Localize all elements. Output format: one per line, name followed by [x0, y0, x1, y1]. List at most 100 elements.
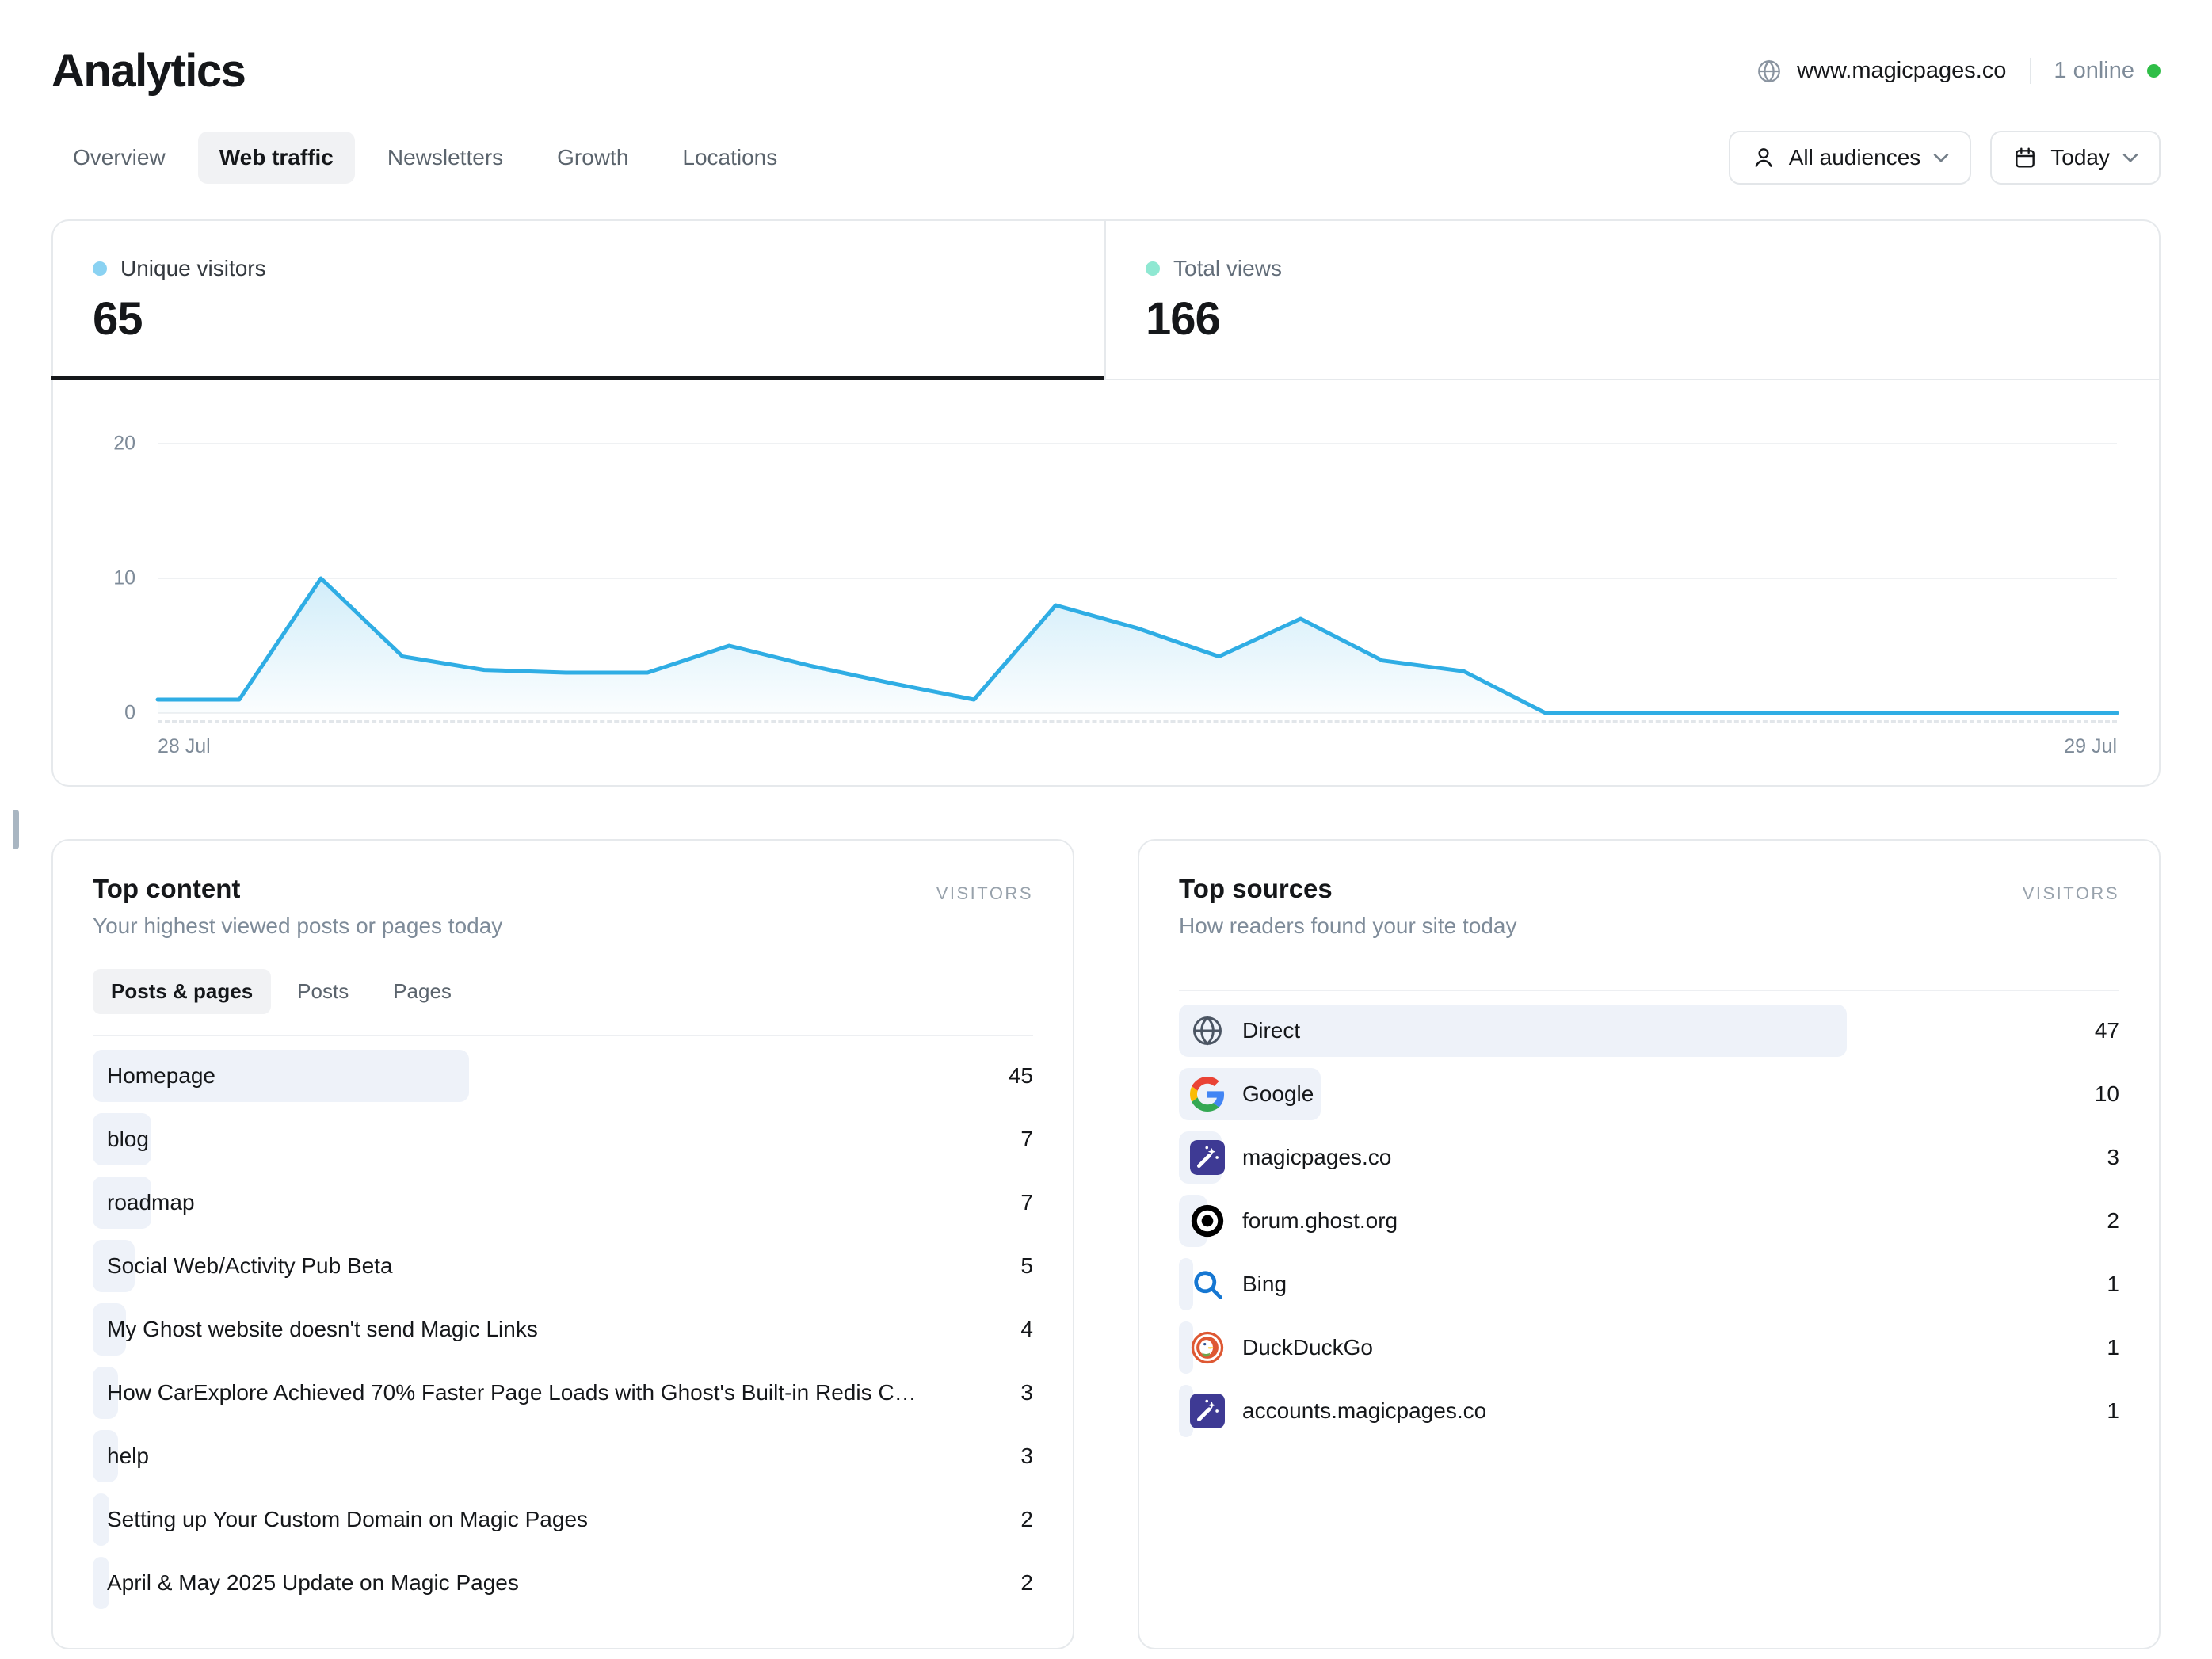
search-icon [1190, 1267, 1225, 1302]
chart-plot-column: 28 Jul 29 Jul [158, 444, 2117, 785]
list-item[interactable]: accounts.magicpages.co1 [1179, 1379, 2119, 1443]
list-item[interactable]: magicpages.co 3 [1179, 1126, 2119, 1189]
row-label: accounts.magicpages.co [1225, 1398, 1486, 1424]
visitors-column-header: VISITORS [936, 883, 1033, 904]
list-item[interactable]: Direct 47 [1179, 999, 2119, 1062]
tab-newsletters[interactable]: Newsletters [366, 132, 524, 184]
kpi-value: 166 [1146, 292, 2119, 345]
row-label: Social Web/Activity Pub Beta [93, 1253, 393, 1279]
date-range-button[interactable]: Today [1990, 131, 2161, 185]
tab-locations[interactable]: Locations [661, 132, 799, 184]
row-visitors-value: 7 [1020, 1190, 1033, 1215]
list-item[interactable]: Bing 1 [1179, 1253, 2119, 1316]
tab-web-traffic[interactable]: Web traffic [198, 132, 355, 184]
row-label: magicpages.co [1225, 1145, 1391, 1170]
tab-growth[interactable]: Growth [536, 132, 650, 184]
top-content-heading: Top content Your highest viewed posts or… [93, 874, 502, 939]
filter-controls: All audiences Today [1729, 131, 2161, 185]
audience-filter-label: All audiences [1789, 145, 1921, 170]
online-dot [2147, 64, 2161, 78]
visitors-chart: 01020 28 Jul 29 Jul [53, 380, 2159, 785]
globe-icon [1190, 1013, 1225, 1048]
panels-row: Top content Your highest viewed posts or… [51, 839, 2161, 1649]
top-sources-heading: Top sources How readers found your site … [1179, 874, 1516, 939]
google-icon [1190, 1077, 1225, 1112]
row-label: Bing [1225, 1272, 1287, 1297]
content-subtab-posts-pages[interactable]: Posts & pages [93, 969, 271, 1014]
content-subtab-pages[interactable]: Pages [375, 969, 470, 1014]
top-sources-subtitle: How readers found your site today [1179, 913, 1516, 939]
list-item[interactable]: Google10 [1179, 1062, 2119, 1126]
list-item[interactable]: help 3 [93, 1424, 1033, 1488]
nav-row: OverviewWeb trafficNewslettersGrowthLoca… [51, 131, 2161, 185]
row-label: Setting up Your Custom Domain on Magic P… [93, 1507, 588, 1532]
list-item[interactable]: Social Web/Activity Pub Beta 5 [93, 1234, 1033, 1298]
x-label-end: 29 Jul [2064, 735, 2117, 758]
row-visitors-value: 2 [2107, 1208, 2119, 1234]
kpi-label: Total views [1173, 256, 1282, 281]
kpi-dot [1146, 261, 1160, 276]
row-label: roadmap [93, 1190, 195, 1215]
row-label: help [93, 1444, 149, 1469]
list-item[interactable]: My Ghost website doesn't send Magic Link… [93, 1298, 1033, 1361]
chart-axis-ticks [158, 720, 2117, 723]
row-visitors-value: 2 [1020, 1507, 1033, 1532]
top-content-list: Homepage45blog7 roadmap 7 Social Web/Activi… [93, 1044, 1033, 1615]
row-visitors-value: 5 [1020, 1253, 1033, 1279]
list-item[interactable]: How CarExplore Achieved 70% Faster Page … [93, 1361, 1033, 1424]
person-icon [1751, 145, 1776, 170]
list-item[interactable]: roadmap 7 [93, 1171, 1033, 1234]
date-range-label: Today [2050, 145, 2110, 170]
kpi-dot [93, 261, 107, 276]
row-visitors-value: 45 [1009, 1063, 1033, 1089]
row-label: How CarExplore Achieved 70% Faster Page … [93, 1380, 921, 1405]
kpi-label: Unique visitors [120, 256, 266, 281]
scrollbar-fragment[interactable] [13, 810, 19, 849]
row-visitors-value: 10 [2095, 1081, 2119, 1107]
top-bar: Analytics www.magicpages.co 1 online [51, 44, 2161, 97]
site-domain[interactable]: www.magicpages.co [1797, 58, 2006, 84]
row-label: Direct [1225, 1018, 1300, 1043]
visitors-column-header: VISITORS [2023, 883, 2119, 904]
page-title: Analytics [51, 44, 245, 97]
row-visitors-value: 3 [1020, 1444, 1033, 1469]
top-sources-header: Top sources How readers found your site … [1179, 874, 2119, 939]
top-sources-title: Top sources [1179, 874, 1516, 904]
top-content-panel: Top content Your highest viewed posts or… [51, 839, 1074, 1649]
calendar-icon [2012, 145, 2038, 170]
traffic-card: Unique visitors65Total views166 01020 28… [51, 219, 2161, 787]
row-visitors-value: 1 [2107, 1335, 2119, 1360]
row-label: DuckDuckGo [1225, 1335, 1373, 1360]
analytics-tabs: OverviewWeb trafficNewslettersGrowthLoca… [51, 132, 799, 184]
row-label: forum.ghost.org [1225, 1208, 1398, 1234]
divider [1179, 990, 2119, 991]
row-visitors-value: 3 [1020, 1380, 1033, 1405]
globe-icon [1756, 58, 1783, 85]
list-item[interactable]: Homepage45 [93, 1044, 1033, 1108]
chart-plot-area [158, 444, 2117, 713]
row-visitors-value: 47 [2095, 1018, 2119, 1043]
list-item[interactable]: April & May 2025 Update on Magic Pages2 [93, 1551, 1033, 1615]
y-tick-label: 0 [124, 702, 135, 725]
row-visitors-value: 3 [2107, 1145, 2119, 1170]
kpi-total-views[interactable]: Total views 166 [1106, 221, 2159, 380]
chart-y-axis: 01020 [53, 444, 158, 713]
content-subtab-posts[interactable]: Posts [279, 969, 367, 1014]
site-info: www.magicpages.co 1 online [1756, 58, 2161, 85]
list-item[interactable]: DuckDuckGo 1 [1179, 1316, 2119, 1379]
list-item[interactable]: blog7 [93, 1108, 1033, 1171]
tab-overview[interactable]: Overview [51, 132, 187, 184]
spacer [1179, 939, 2119, 990]
x-label-start: 28 Jul [158, 735, 211, 758]
kpi-unique-visitors[interactable]: Unique visitors65 [53, 221, 1106, 380]
y-tick-label: 20 [113, 433, 135, 456]
row-visitors-value: 2 [1020, 1570, 1033, 1596]
row-visitors-value: 4 [1020, 1317, 1033, 1342]
content-type-tabs: Posts & pagesPostsPages [93, 969, 1033, 1014]
audience-filter-button[interactable]: All audiences [1729, 131, 1972, 185]
list-item[interactable]: forum.ghost.org 2 [1179, 1189, 2119, 1253]
list-item[interactable]: Setting up Your Custom Domain on Magic P… [93, 1488, 1033, 1551]
y-tick-label: 10 [113, 567, 135, 590]
row-visitors-value: 1 [2107, 1272, 2119, 1297]
top-content-subtitle: Your highest viewed posts or pages today [93, 913, 502, 939]
